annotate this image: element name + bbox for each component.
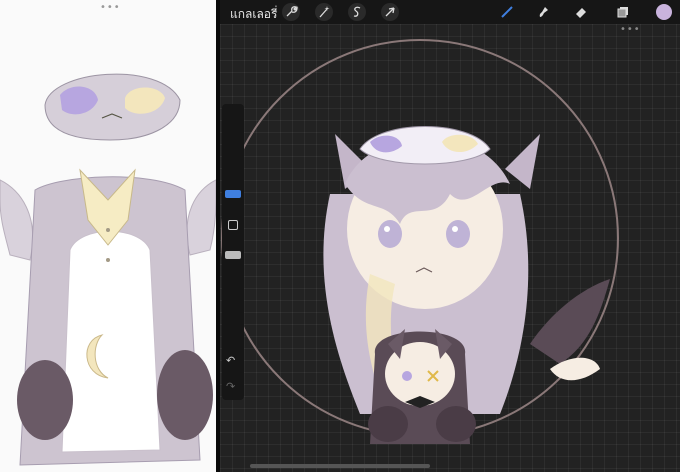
gallery-button[interactable]: แกลเลอรี่ — [230, 5, 277, 24]
procreate-app: ••• แกลเลอรี่ ↶ ↷ — [220, 0, 680, 472]
modify-button[interactable] — [228, 220, 238, 230]
ipad-split-view: ••• ••• แกลเลอรี่ ↶ ↷ — [0, 0, 680, 472]
brush-size-slider[interactable] — [225, 190, 241, 198]
selection-s-icon[interactable] — [348, 3, 366, 21]
smudge-icon[interactable] — [534, 3, 552, 21]
canvas-artwork — [221, 39, 619, 444]
wrench-icon[interactable] — [282, 3, 300, 21]
redo-icon[interactable]: ↷ — [226, 380, 235, 393]
layers-icon[interactable] — [614, 3, 632, 21]
eraser-icon[interactable] — [572, 3, 590, 21]
brush-icon[interactable] — [498, 3, 516, 21]
arrow-cursor-icon[interactable] — [381, 3, 399, 21]
home-indicator[interactable] — [250, 464, 430, 468]
reference-image-pane[interactable]: ••• — [0, 0, 216, 472]
side-slider-bar: ↶ ↷ — [222, 104, 244, 400]
undo-icon[interactable]: ↶ — [226, 354, 235, 367]
reference-character-drawing — [0, 73, 216, 466]
magic-wand-icon[interactable] — [315, 3, 333, 21]
multitask-handle-icon[interactable]: ••• — [620, 24, 641, 35]
canvas-area[interactable]: ••• — [220, 24, 680, 472]
top-toolbar: แกลเลอรี่ — [220, 0, 680, 24]
color-swatch-icon[interactable] — [656, 4, 672, 20]
opacity-slider[interactable] — [225, 251, 241, 259]
